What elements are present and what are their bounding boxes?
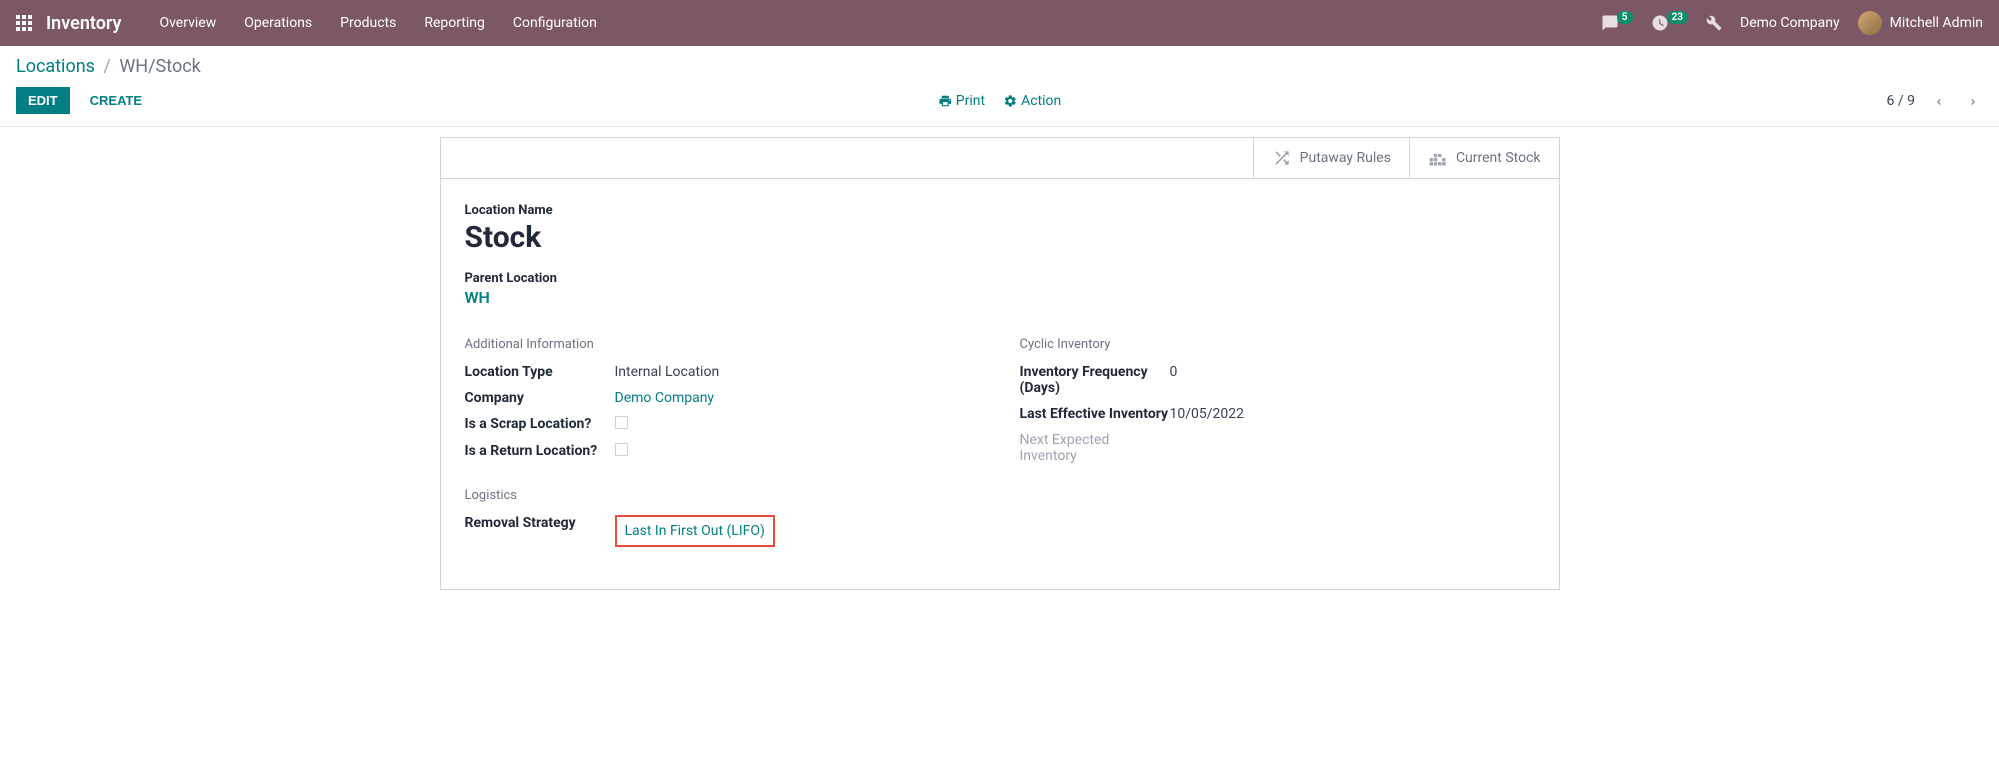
boxes-icon bbox=[1428, 148, 1448, 168]
company-label: Company bbox=[465, 390, 615, 406]
last-inventory-value: 10/05/2022 bbox=[1170, 406, 1245, 422]
removal-strategy-label: Removal Strategy bbox=[465, 515, 615, 547]
print-label: Print bbox=[956, 93, 985, 109]
user-name: Mitchell Admin bbox=[1890, 15, 1983, 31]
control-panel: Locations / WH/Stock EDIT CREATE Print A… bbox=[0, 46, 1999, 127]
user-avatar bbox=[1858, 11, 1882, 35]
app-title[interactable]: Inventory bbox=[46, 13, 121, 34]
pager-prev-icon[interactable] bbox=[1929, 89, 1949, 112]
apps-icon[interactable] bbox=[16, 15, 32, 31]
company-selector[interactable]: Demo Company bbox=[1740, 15, 1840, 31]
breadcrumb: Locations / WH/Stock bbox=[16, 56, 1983, 77]
location-type-value: Internal Location bbox=[615, 364, 720, 380]
putaway-rules-button[interactable]: Putaway Rules bbox=[1253, 138, 1409, 178]
nav-configuration[interactable]: Configuration bbox=[513, 15, 597, 31]
activities-icon[interactable]: 23 bbox=[1651, 14, 1688, 32]
section-additional-info: Additional Information bbox=[465, 337, 980, 352]
activities-badge: 23 bbox=[1667, 11, 1688, 24]
next-inventory-label: Next Expected Inventory bbox=[1020, 432, 1170, 464]
user-menu[interactable]: Mitchell Admin bbox=[1858, 11, 1983, 35]
scrap-location-checkbox[interactable] bbox=[615, 416, 628, 429]
section-logistics: Logistics bbox=[465, 488, 980, 503]
company-value[interactable]: Demo Company bbox=[615, 390, 715, 406]
section-cyclic-inventory: Cyclic Inventory bbox=[1020, 337, 1535, 352]
messaging-icon[interactable]: 5 bbox=[1601, 14, 1633, 32]
print-button[interactable]: Print bbox=[938, 93, 985, 109]
form-sheet: Putaway Rules Current Stock Location Nam… bbox=[440, 137, 1560, 590]
top-navbar: Inventory Overview Operations Products R… bbox=[0, 0, 1999, 46]
messaging-badge: 5 bbox=[1617, 11, 1633, 24]
last-inventory-label: Last Effective Inventory bbox=[1020, 406, 1170, 422]
edit-button[interactable]: EDIT bbox=[16, 87, 70, 114]
breadcrumb-current: WH/Stock bbox=[119, 56, 200, 77]
shuffle-icon bbox=[1272, 148, 1292, 168]
current-stock-button[interactable]: Current Stock bbox=[1409, 138, 1559, 178]
breadcrumb-separator: / bbox=[103, 56, 110, 77]
parent-location-value[interactable]: WH bbox=[465, 288, 1535, 307]
return-location-label: Is a Return Location? bbox=[465, 443, 615, 460]
create-button[interactable]: CREATE bbox=[78, 87, 154, 114]
return-location-checkbox[interactable] bbox=[615, 443, 628, 456]
nav-overview[interactable]: Overview bbox=[159, 15, 216, 31]
current-stock-label: Current Stock bbox=[1456, 150, 1541, 166]
gear-icon bbox=[1003, 94, 1017, 108]
print-icon bbox=[938, 94, 952, 108]
nav-operations[interactable]: Operations bbox=[244, 15, 312, 31]
inventory-frequency-label: Inventory Frequency (Days) bbox=[1020, 364, 1170, 396]
pager-next-icon[interactable] bbox=[1963, 89, 1983, 112]
button-box: Putaway Rules Current Stock bbox=[441, 138, 1559, 179]
location-name-label: Location Name bbox=[465, 203, 1535, 218]
location-type-label: Location Type bbox=[465, 364, 615, 380]
pager-text[interactable]: 6 / 9 bbox=[1887, 93, 1915, 109]
location-name-value: Stock bbox=[465, 220, 1535, 255]
debug-icon[interactable] bbox=[1706, 15, 1722, 31]
inventory-frequency-value: 0 bbox=[1170, 364, 1178, 396]
breadcrumb-parent[interactable]: Locations bbox=[16, 56, 95, 77]
action-label: Action bbox=[1021, 93, 1061, 109]
nav-products[interactable]: Products bbox=[340, 15, 396, 31]
nav-reporting[interactable]: Reporting bbox=[424, 15, 485, 31]
putaway-rules-label: Putaway Rules bbox=[1300, 150, 1391, 166]
action-button[interactable]: Action bbox=[1003, 93, 1061, 109]
scrap-location-label: Is a Scrap Location? bbox=[465, 416, 615, 433]
removal-strategy-value[interactable]: Last In First Out (LIFO) bbox=[615, 515, 775, 547]
parent-location-label: Parent Location bbox=[465, 271, 1535, 286]
